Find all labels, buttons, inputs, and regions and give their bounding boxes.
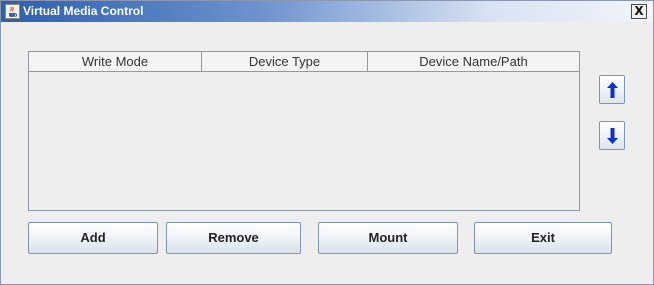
add-button[interactable]: Add [28, 222, 158, 254]
table-header: Write Mode Device Type Device Name/Path [29, 52, 579, 72]
device-table[interactable]: Write Mode Device Type Device Name/Path [28, 51, 580, 211]
remove-button[interactable]: Remove [166, 222, 301, 254]
arrow-up-icon [607, 82, 618, 98]
move-up-button[interactable] [599, 75, 625, 104]
title-bar[interactable]: Virtual Media Control X [1, 1, 653, 22]
column-header-write-mode[interactable]: Write Mode [29, 52, 202, 71]
java-cup-icon [5, 4, 20, 19]
column-header-device-name-path[interactable]: Device Name/Path [368, 52, 579, 71]
exit-button[interactable]: Exit [474, 222, 612, 254]
virtual-media-control-window: Virtual Media Control X Write Mode Devic… [0, 0, 654, 285]
close-button[interactable]: X [631, 4, 647, 19]
mount-button[interactable]: Mount [318, 222, 458, 254]
arrow-down-icon [607, 128, 618, 144]
window-title: Virtual Media Control [23, 4, 144, 18]
column-header-device-type[interactable]: Device Type [202, 52, 368, 71]
move-down-button[interactable] [599, 121, 625, 150]
